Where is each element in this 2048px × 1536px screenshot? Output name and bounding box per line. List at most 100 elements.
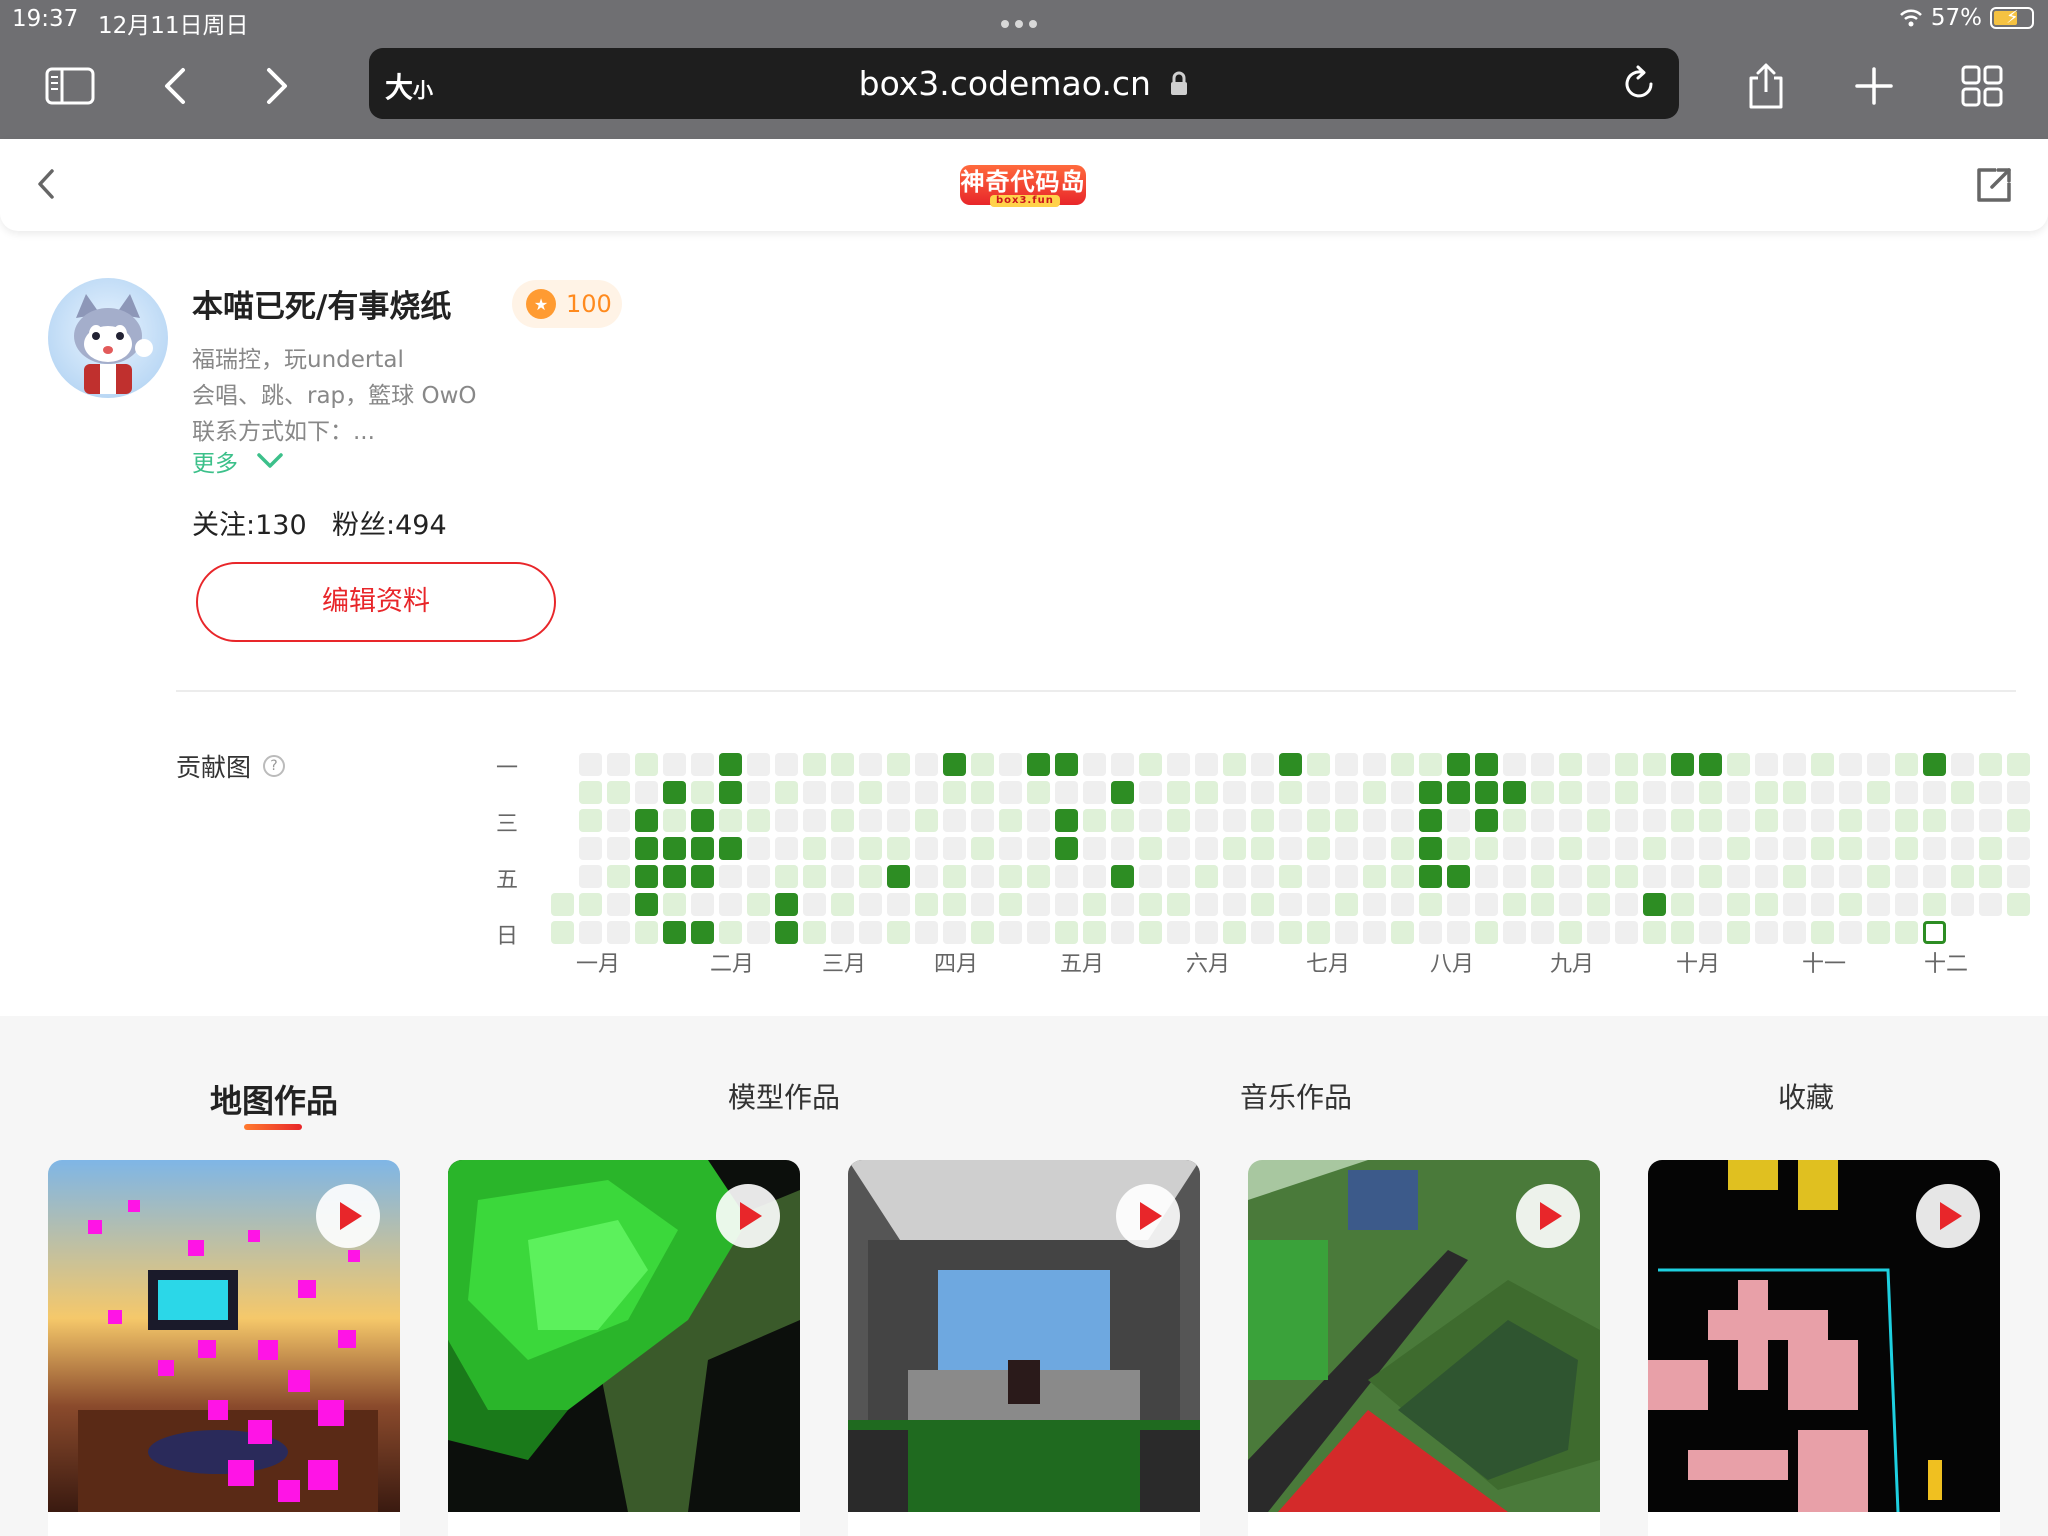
- contribution-cell[interactable]: [1055, 865, 1078, 888]
- contribution-cell[interactable]: [803, 893, 826, 916]
- contribution-cell[interactable]: [1167, 921, 1190, 944]
- contribution-cell[interactable]: [691, 837, 714, 860]
- contribution-cell[interactable]: [1111, 893, 1134, 916]
- contribution-cell[interactable]: [1251, 809, 1274, 832]
- contribution-cell[interactable]: [691, 781, 714, 804]
- contribution-cell[interactable]: [943, 753, 966, 776]
- contribution-cell[interactable]: [1951, 753, 1974, 776]
- contribution-cell[interactable]: [1167, 865, 1190, 888]
- contribution-cell[interactable]: [803, 781, 826, 804]
- contribution-cell[interactable]: [1363, 781, 1386, 804]
- contribution-cell[interactable]: [971, 893, 994, 916]
- contribution-cell[interactable]: [691, 921, 714, 944]
- contribution-cell[interactable]: [775, 753, 798, 776]
- contribution-cell[interactable]: [1251, 753, 1274, 776]
- work-card[interactable]: [848, 1160, 1200, 1536]
- contribution-cell[interactable]: [1923, 837, 1946, 860]
- play-icon[interactable]: [316, 1184, 380, 1248]
- contribution-cell[interactable]: [943, 921, 966, 944]
- contribution-cell[interactable]: [663, 753, 686, 776]
- contribution-cell[interactable]: [551, 893, 574, 916]
- contribution-cell[interactable]: [1895, 893, 1918, 916]
- contribution-cell[interactable]: [1727, 921, 1750, 944]
- contribution-cell[interactable]: [691, 809, 714, 832]
- contribution-cell[interactable]: [1335, 921, 1358, 944]
- contribution-cell[interactable]: [1447, 921, 1470, 944]
- contribution-cell[interactable]: [1783, 865, 1806, 888]
- contribution-cell[interactable]: [1223, 837, 1246, 860]
- contribution-cell[interactable]: [1111, 753, 1134, 776]
- contribution-cell[interactable]: [1839, 781, 1862, 804]
- contribution-cell[interactable]: [1251, 781, 1274, 804]
- contribution-cell[interactable]: [691, 753, 714, 776]
- play-icon[interactable]: [1116, 1184, 1180, 1248]
- contribution-cell[interactable]: [1531, 865, 1554, 888]
- contribution-cell[interactable]: [579, 837, 602, 860]
- contribution-cell[interactable]: [1979, 809, 2002, 832]
- site-logo[interactable]: 神奇代码岛 box3.fun: [960, 165, 1086, 207]
- contribution-cell[interactable]: [1419, 921, 1442, 944]
- contribution-cell[interactable]: [663, 781, 686, 804]
- contribution-cell[interactable]: [1559, 781, 1582, 804]
- contribution-cell[interactable]: [1727, 865, 1750, 888]
- contribution-cell[interactable]: [1503, 921, 1526, 944]
- contribution-cell[interactable]: [1307, 837, 1330, 860]
- contribution-cell[interactable]: [2007, 837, 2030, 860]
- new-tab-icon[interactable]: [1846, 58, 1902, 114]
- contribution-cell[interactable]: [831, 865, 854, 888]
- contribution-cell[interactable]: [1979, 753, 2002, 776]
- contribution-cell[interactable]: [1531, 809, 1554, 832]
- contribution-cell[interactable]: [803, 809, 826, 832]
- contribution-cell[interactable]: [1923, 893, 1946, 916]
- followers-count[interactable]: 粉丝:494: [332, 503, 447, 542]
- play-icon[interactable]: [1516, 1184, 1580, 1248]
- contribution-cell[interactable]: [719, 781, 742, 804]
- tab-model-works[interactable]: 模型作品: [728, 1076, 840, 1116]
- contribution-cell[interactable]: [915, 781, 938, 804]
- contribution-cell[interactable]: [719, 893, 742, 916]
- contribution-cell[interactable]: [2007, 893, 2030, 916]
- contribution-cell[interactable]: [1867, 781, 1890, 804]
- contribution-cell[interactable]: [1279, 809, 1302, 832]
- contribution-cell[interactable]: [579, 921, 602, 944]
- contribution-cell[interactable]: [1671, 921, 1694, 944]
- contribution-cell[interactable]: [1027, 837, 1050, 860]
- contribution-cell[interactable]: [1447, 753, 1470, 776]
- contribution-cell[interactable]: [1335, 865, 1358, 888]
- contribution-cell[interactable]: [1839, 893, 1862, 916]
- contribution-cell[interactable]: [1783, 921, 1806, 944]
- contribution-cell[interactable]: [1307, 893, 1330, 916]
- contribution-cell[interactable]: [1391, 921, 1414, 944]
- work-card[interactable]: [1648, 1160, 2000, 1536]
- contribution-cell[interactable]: [1531, 837, 1554, 860]
- contribution-cell[interactable]: [1615, 809, 1638, 832]
- contribution-cell[interactable]: [971, 865, 994, 888]
- contribution-cell[interactable]: [1783, 809, 1806, 832]
- contribution-cell[interactable]: [1923, 865, 1946, 888]
- contribution-cell[interactable]: [1755, 921, 1778, 944]
- contribution-cell[interactable]: [1475, 753, 1498, 776]
- contribution-cell[interactable]: [1111, 921, 1134, 944]
- contribution-cell[interactable]: [887, 865, 910, 888]
- contribution-cell[interactable]: [1447, 809, 1470, 832]
- contribution-cell[interactable]: [1783, 837, 1806, 860]
- contribution-cell[interactable]: [635, 753, 658, 776]
- contribution-cell[interactable]: [1419, 781, 1442, 804]
- contribution-cell[interactable]: [1559, 809, 1582, 832]
- contribution-cell[interactable]: [635, 921, 658, 944]
- contribution-cell[interactable]: [1391, 837, 1414, 860]
- contribution-cell[interactable]: [1083, 837, 1106, 860]
- contribution-cell[interactable]: [775, 865, 798, 888]
- contribution-cell[interactable]: [1391, 893, 1414, 916]
- contribution-cell[interactable]: [999, 781, 1022, 804]
- contribution-cell[interactable]: [915, 809, 938, 832]
- contribution-cell[interactable]: [607, 753, 630, 776]
- contribution-cell[interactable]: [607, 865, 630, 888]
- contribution-cell[interactable]: [747, 837, 770, 860]
- contribution-cell[interactable]: [719, 753, 742, 776]
- contribution-cell[interactable]: [635, 837, 658, 860]
- contribution-cell[interactable]: [1167, 893, 1190, 916]
- contribution-cell[interactable]: [607, 893, 630, 916]
- contribution-cell[interactable]: [775, 893, 798, 916]
- contribution-cell[interactable]: [1391, 809, 1414, 832]
